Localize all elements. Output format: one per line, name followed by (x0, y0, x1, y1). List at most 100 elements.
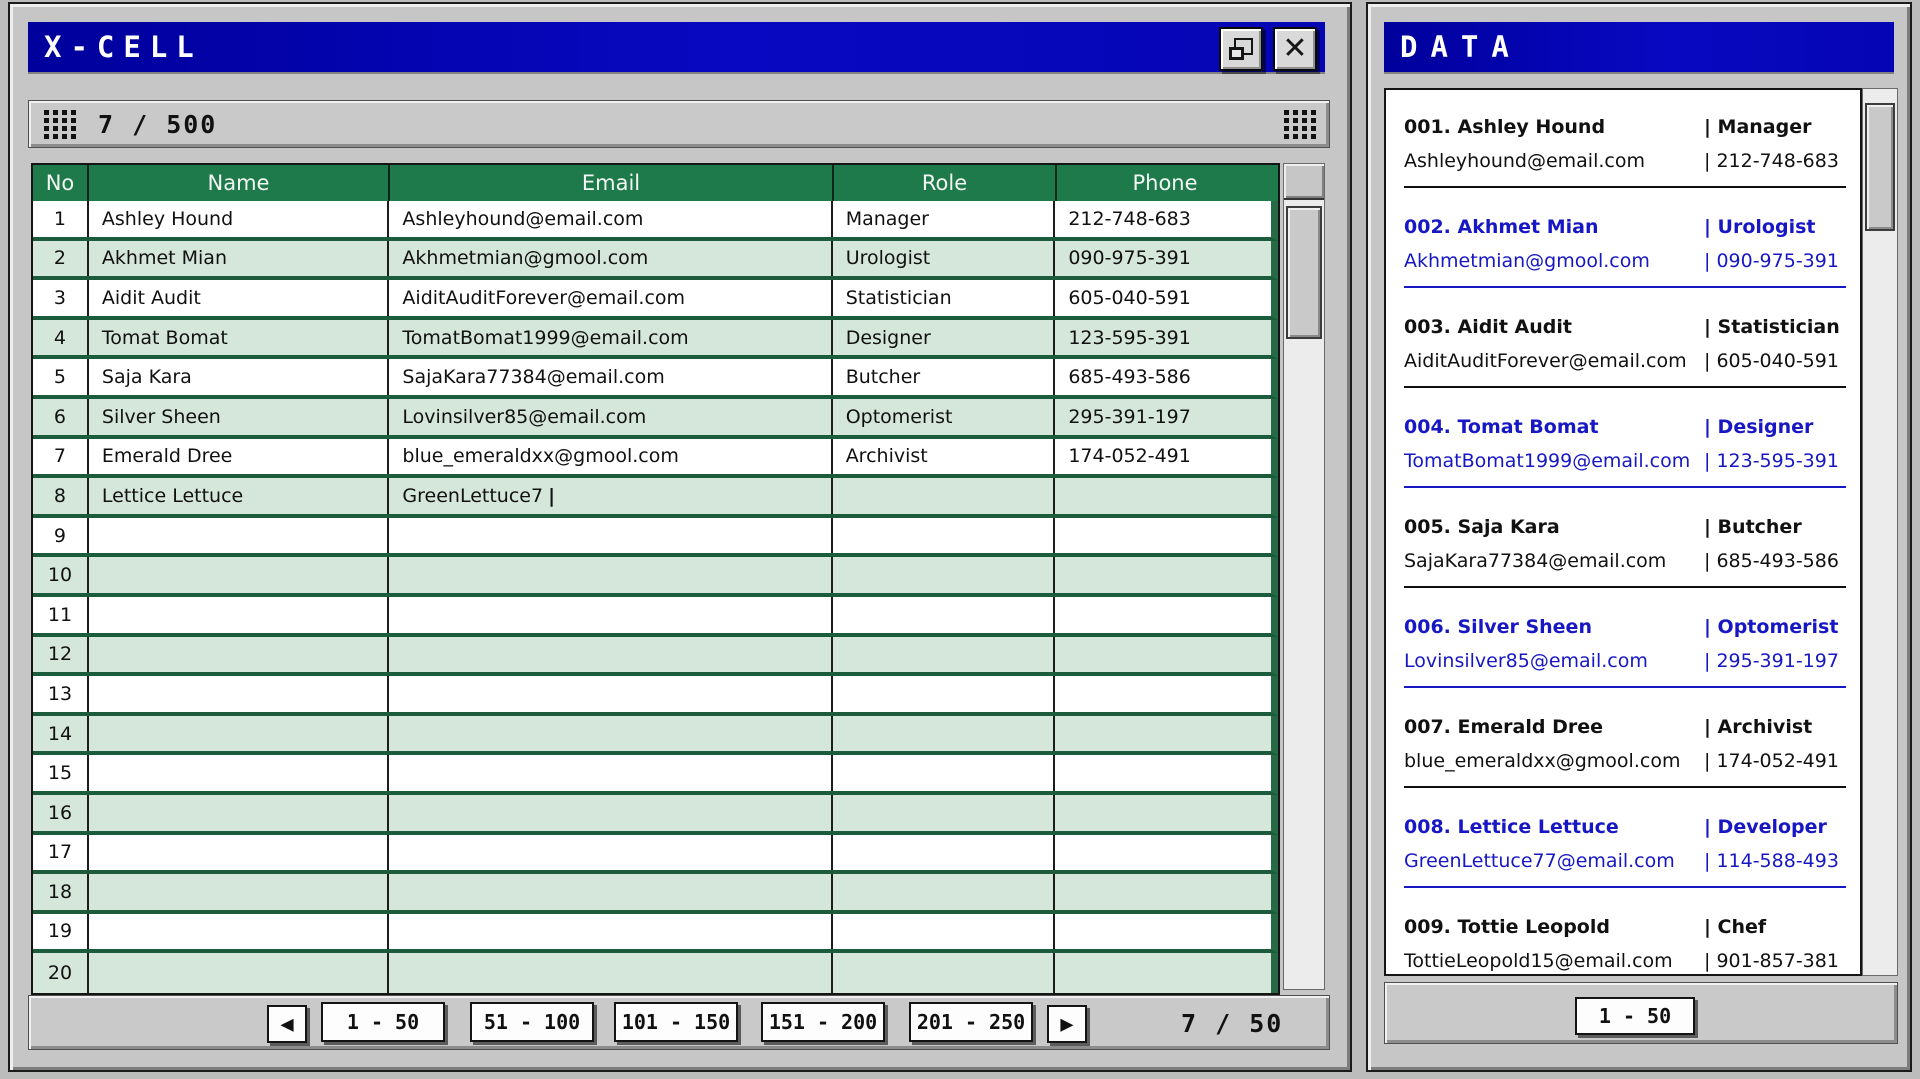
cell-role[interactable] (833, 716, 1056, 752)
cell-email[interactable] (389, 637, 832, 673)
table-row[interactable]: 4Tomat BomatTomatBomat1999@email.comDesi… (33, 320, 1278, 360)
cell-phone[interactable] (1055, 676, 1271, 712)
cell-phone[interactable] (1055, 755, 1271, 791)
cell-email[interactable]: blue_emeraldxx@gmool.com (389, 439, 832, 475)
cell-name[interactable] (89, 874, 390, 910)
cell-email[interactable] (389, 676, 832, 712)
cell-no[interactable]: 4 (33, 320, 89, 356)
cell-no[interactable]: 10 (33, 557, 89, 593)
cell-no[interactable]: 2 (33, 241, 89, 277)
data-entry[interactable]: 001. Ashley Hound| ManagerAshleyhound@em… (1404, 116, 1850, 216)
page-range-button[interactable]: 151 - 200 (761, 1002, 885, 1042)
data-entry[interactable]: 003. Aidit Audit| StatisticianAiditAudit… (1404, 316, 1850, 416)
next-page-button[interactable]: ▶ (1047, 1005, 1087, 1043)
cell-role[interactable]: Archivist (833, 439, 1056, 475)
data-entry[interactable]: 009. Tottie Leopold| ChefTottieLeopold15… (1404, 916, 1850, 976)
page-range-button[interactable]: 1 - 50 (321, 1002, 445, 1042)
cell-no[interactable]: 18 (33, 874, 89, 910)
data-entry[interactable]: 002. Akhmet Mian| UrologistAkhmetmian@gm… (1404, 216, 1850, 316)
cell-name[interactable]: Emerald Dree (89, 439, 390, 475)
cell-email[interactable] (389, 874, 832, 910)
column-header-no[interactable]: No (33, 165, 89, 201)
cell-phone[interactable] (1055, 953, 1271, 993)
cell-email[interactable] (389, 597, 832, 633)
cell-email[interactable]: AiditAuditForever@email.com (389, 280, 832, 316)
cell-phone[interactable] (1055, 835, 1271, 871)
page-range-button[interactable]: 201 - 250 (909, 1002, 1033, 1042)
column-header-phone[interactable]: Phone (1057, 165, 1273, 201)
cell-name[interactable] (89, 755, 390, 791)
cell-role[interactable] (833, 637, 1056, 673)
cell-phone[interactable] (1055, 597, 1271, 633)
cell-phone[interactable] (1055, 478, 1271, 514)
cell-no[interactable]: 16 (33, 795, 89, 831)
column-header-name[interactable]: Name (89, 165, 390, 201)
table-scrollbar[interactable] (1283, 163, 1325, 990)
cell-phone[interactable]: 212-748-683 (1055, 201, 1271, 237)
cell-phone[interactable]: 123-595-391 (1055, 320, 1271, 356)
table-row[interactable]: 2Akhmet MianAkhmetmian@gmool.comUrologis… (33, 241, 1278, 281)
cell-email[interactable] (389, 716, 832, 752)
table-row[interactable]: 11 (33, 597, 1278, 637)
cell-role[interactable]: Optomerist (833, 399, 1056, 435)
cell-email[interactable]: Lovinsilver85@email.com (389, 399, 832, 435)
cell-no[interactable]: 19 (33, 914, 89, 950)
close-button[interactable]: ✕ (1273, 27, 1317, 71)
cell-role[interactable] (833, 597, 1056, 633)
cell-role[interactable]: Designer (833, 320, 1056, 356)
cell-no[interactable]: 5 (33, 359, 89, 395)
cell-name[interactable]: Akhmet Mian (89, 241, 390, 277)
cell-name[interactable] (89, 716, 390, 752)
cell-email[interactable]: Akhmetmian@gmool.com (389, 241, 832, 277)
page-range-button[interactable]: 51 - 100 (470, 1002, 594, 1042)
cell-name[interactable] (89, 914, 390, 950)
cell-role[interactable] (833, 953, 1056, 993)
data-page-button[interactable]: 1 - 50 (1575, 997, 1695, 1035)
cell-phone[interactable] (1055, 874, 1271, 910)
table-row[interactable]: 3Aidit AuditAiditAuditForever@email.comS… (33, 280, 1278, 320)
table-row[interactable]: 8Lettice LettuceGreenLettuce7| (33, 478, 1278, 518)
table-row[interactable]: 9 (33, 518, 1278, 558)
cell-name[interactable] (89, 676, 390, 712)
table-row[interactable]: 18 (33, 874, 1278, 914)
column-header-email[interactable]: Email (390, 165, 834, 201)
table-row[interactable]: 7Emerald Dreeblue_emeraldxx@gmool.comArc… (33, 439, 1278, 479)
table-scrollbar-thumb[interactable] (1286, 206, 1322, 339)
column-header-role[interactable]: Role (834, 165, 1057, 201)
cell-no[interactable]: 20 (33, 953, 89, 993)
data-scrollbar[interactable] (1862, 88, 1898, 976)
cell-name[interactable] (89, 557, 390, 593)
cell-email[interactable] (389, 795, 832, 831)
cell-phone[interactable]: 605-040-591 (1055, 280, 1271, 316)
cell-no[interactable]: 12 (33, 637, 89, 673)
table-row[interactable]: 12 (33, 637, 1278, 677)
cell-email[interactable] (389, 953, 832, 993)
cell-no[interactable]: 15 (33, 755, 89, 791)
cell-no[interactable]: 3 (33, 280, 89, 316)
cell-phone[interactable]: 295-391-197 (1055, 399, 1271, 435)
cell-name[interactable] (89, 795, 390, 831)
cell-no[interactable]: 11 (33, 597, 89, 633)
cell-role[interactable] (833, 835, 1056, 871)
data-entry[interactable]: 008. Lettice Lettuce| DeveloperGreenLett… (1404, 816, 1850, 916)
cell-no[interactable]: 8 (33, 478, 89, 514)
cell-phone[interactable] (1055, 557, 1271, 593)
table-row[interactable]: 6Silver SheenLovinsilver85@email.comOpto… (33, 399, 1278, 439)
cell-email[interactable] (389, 557, 832, 593)
cell-role[interactable]: Urologist (833, 241, 1056, 277)
cell-email[interactable] (389, 914, 832, 950)
cell-role[interactable] (833, 478, 1056, 514)
data-entry[interactable]: 006. Silver Sheen| OptomeristLovinsilver… (1404, 616, 1850, 716)
cell-email[interactable]: SajaKara77384@email.com (389, 359, 832, 395)
table-row[interactable]: 15 (33, 755, 1278, 795)
table-row[interactable]: 13 (33, 676, 1278, 716)
cell-phone[interactable]: 174-052-491 (1055, 439, 1271, 475)
table-row[interactable]: 14 (33, 716, 1278, 756)
table-row[interactable]: 20 (33, 953, 1278, 993)
cell-no[interactable]: 9 (33, 518, 89, 554)
page-range-button[interactable]: 101 - 150 (614, 1002, 738, 1042)
cell-phone[interactable] (1055, 914, 1271, 950)
grid-handle-icon[interactable] (44, 110, 80, 139)
cell-role[interactable] (833, 557, 1056, 593)
cell-role[interactable] (833, 518, 1056, 554)
